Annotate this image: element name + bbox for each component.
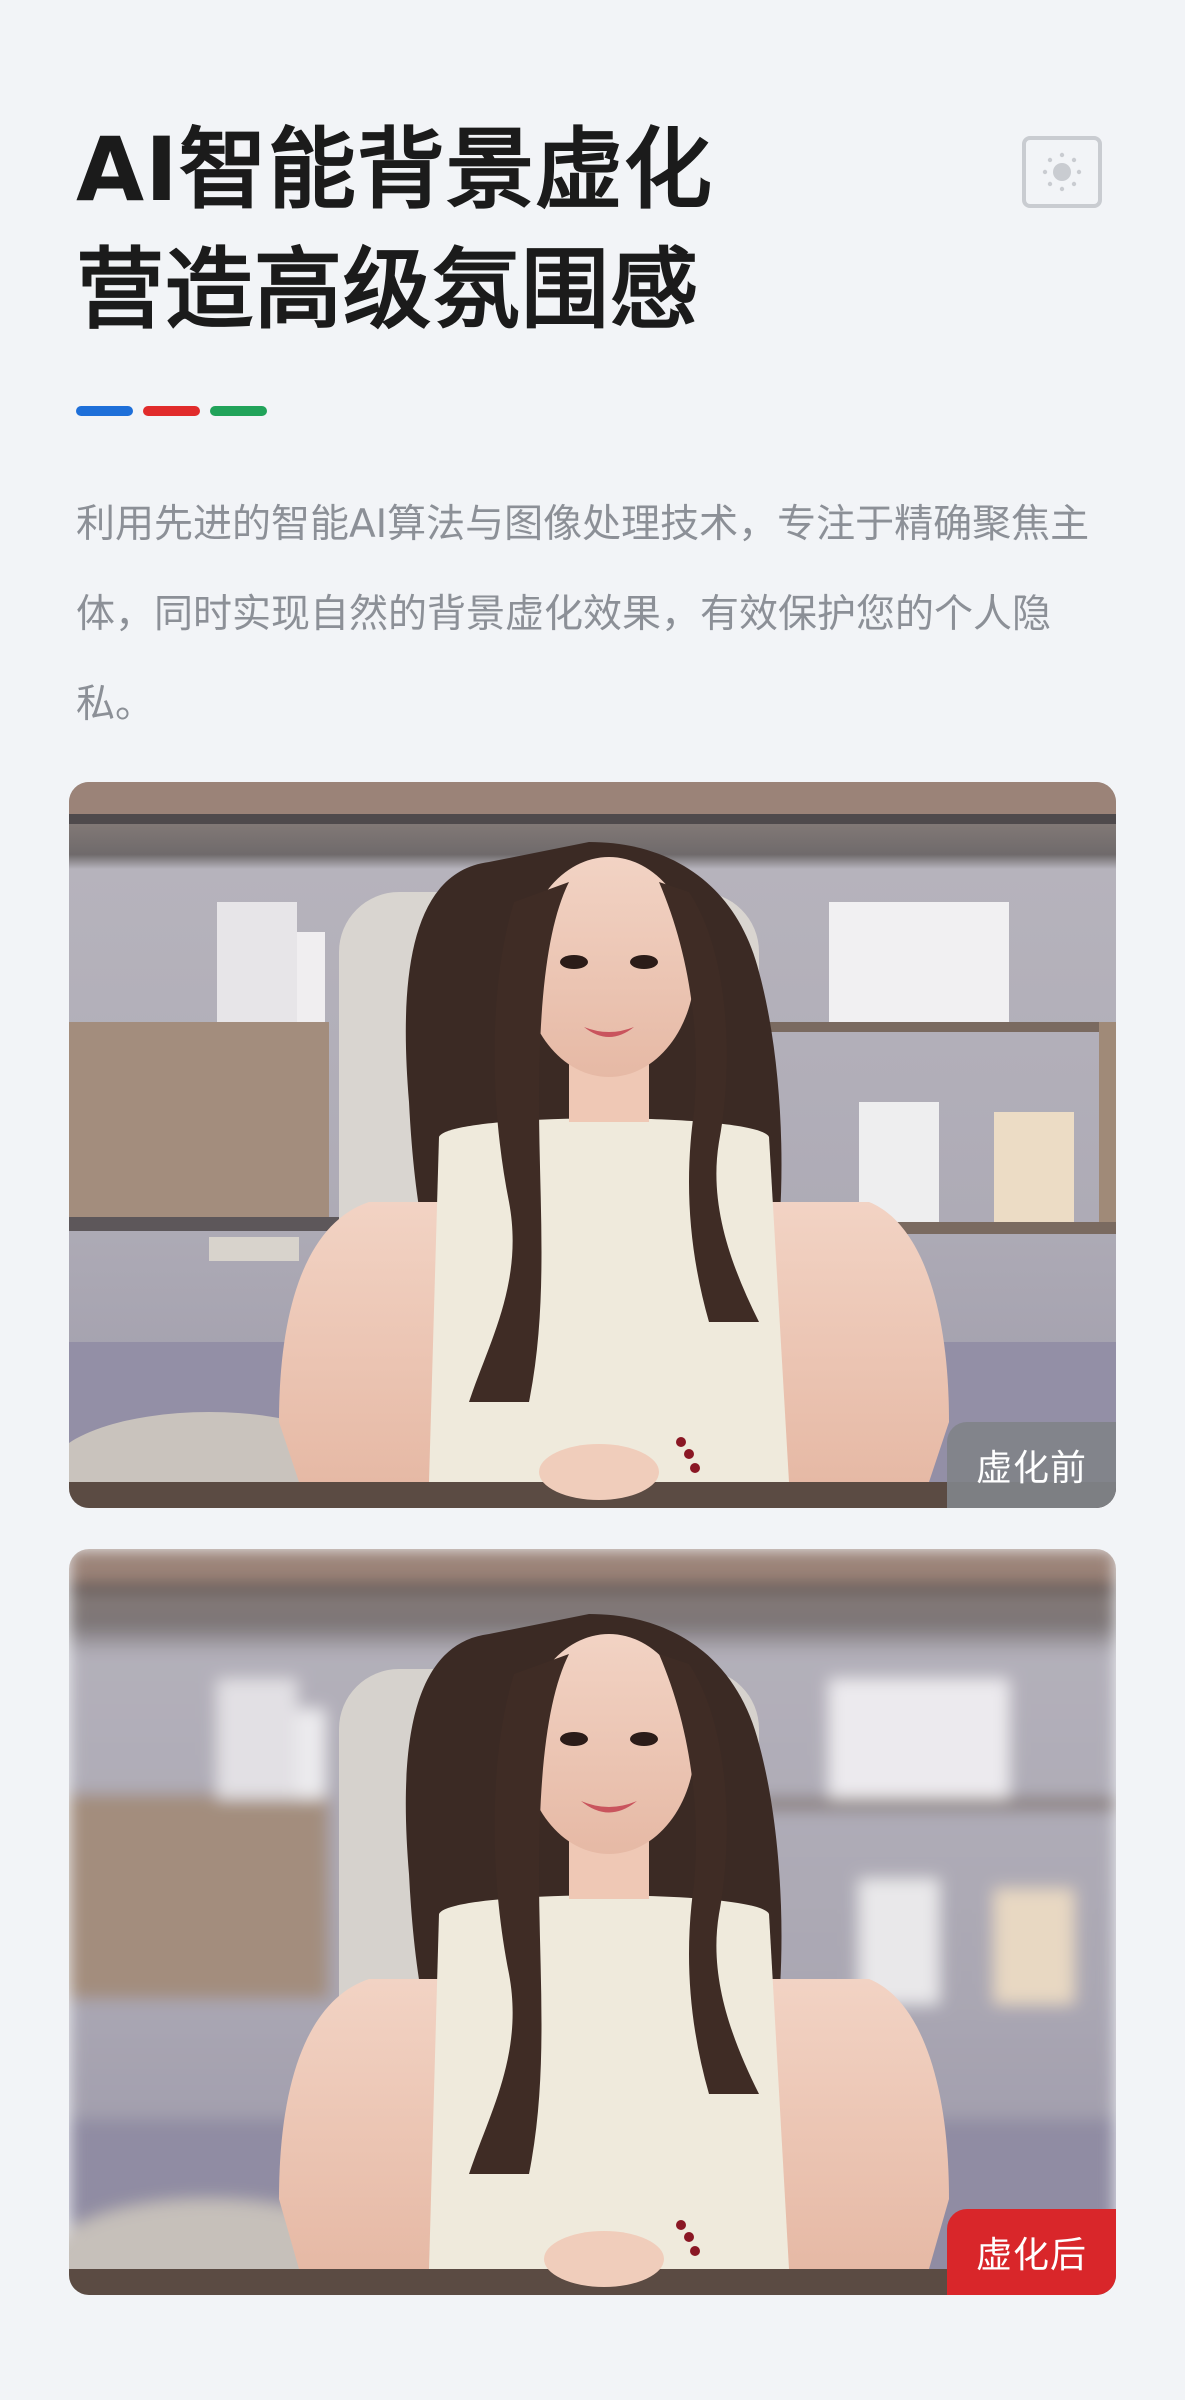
page-title-line-2: 营造高级氛围感: [76, 238, 700, 341]
accent-bar-green: [210, 406, 267, 416]
after-blur-badge: 虚化后: [947, 2209, 1116, 2295]
background-blur-icon: [1022, 136, 1102, 208]
office-portrait-sharp: [69, 782, 1116, 1508]
accent-bars: [76, 406, 267, 416]
page-title-line-1: AI智能背景虚化: [76, 118, 713, 221]
accent-bar-red: [143, 406, 200, 416]
photo-after-blur: 虚化后: [69, 1549, 1116, 2295]
before-blur-badge: 虚化前: [947, 1422, 1116, 1508]
accent-bar-blue: [76, 406, 133, 416]
photo-before-blur: 虚化前: [69, 782, 1116, 1508]
feature-description: 利用先进的智能AI算法与图像处理技术，专注于精确聚焦主体，同时实现自然的背景虚化…: [76, 502, 1090, 727]
office-portrait-blurred: [69, 1549, 1116, 2295]
page-title: AI智能背景虚化 营造高级氛围感: [76, 110, 976, 350]
